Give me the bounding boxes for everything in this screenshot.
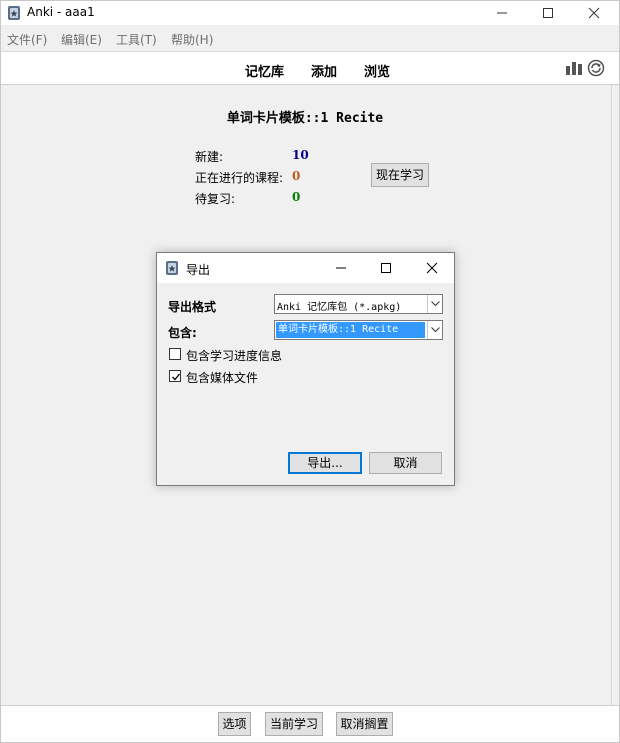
top-toolbar: 记忆库 添加 浏览 [1, 51, 619, 85]
add-link[interactable]: 添加 [311, 61, 337, 80]
menu-edit[interactable]: 编辑(E) [61, 31, 102, 48]
include-media-label: 包含媒体文件 [186, 371, 259, 385]
minimize-button[interactable] [479, 1, 525, 25]
study-now-button[interactable]: 现在学习 [371, 163, 429, 187]
maximize-icon [381, 263, 391, 273]
close-button[interactable] [571, 1, 617, 25]
export-format-value: Anki 记忆库包 (*.apkg) [277, 302, 402, 313]
dialog-close-button[interactable] [409, 253, 455, 283]
cancel-button[interactable]: 取消 [369, 452, 442, 474]
close-icon [588, 7, 600, 19]
include-media-checkbox[interactable] [169, 370, 181, 382]
checkmark-icon [172, 373, 181, 381]
menu-file[interactable]: 文件(F) [7, 31, 47, 48]
sync-icon[interactable] [587, 59, 605, 80]
export-format-label: 导出格式 [168, 300, 217, 314]
export-format-select[interactable]: Anki 记忆库包 (*.apkg) [274, 294, 443, 314]
menu-tools[interactable]: 工具(T) [116, 31, 157, 48]
maximize-button[interactable] [525, 1, 571, 25]
bottom-bar: 选项 当前学习 取消搁置 [1, 705, 619, 742]
window-title: Anki - aaa1 [27, 5, 95, 19]
anki-main-window: Anki - aaa1 文件(F) 编辑(E) 工具(T) 帮助(H) 记忆库 … [0, 0, 620, 743]
browse-link[interactable]: 浏览 [364, 61, 390, 80]
new-count-value: 10 [292, 148, 309, 162]
export-button[interactable]: 导出... [288, 452, 362, 474]
menu-bar: 文件(F) 编辑(E) 工具(T) 帮助(H) [1, 27, 619, 49]
include-scheduling-checkbox[interactable] [169, 348, 181, 360]
deck-title: 单词卡片模板::1 Recite [226, 111, 384, 126]
menu-help[interactable]: 帮助(H) [171, 31, 213, 48]
include-label: 包含: [168, 326, 197, 340]
chevron-down-icon[interactable] [427, 321, 442, 339]
learning-count-label: 正在进行的课程: [195, 171, 284, 185]
anki-dialog-icon [165, 260, 179, 279]
review-count-label: 待复习: [195, 192, 236, 206]
include-deck-select[interactable]: 单词卡片模板::1 Recite [274, 320, 443, 340]
close-icon [426, 262, 438, 274]
include-scheduling-label: 包含学习进度信息 [186, 349, 283, 363]
export-dialog: 导出 导出格式 Anki 记忆库包 (*.apkg) 包含: 单词卡片模板::1… [156, 252, 455, 486]
export-dialog-title-bar: 导出 [157, 253, 454, 283]
decks-link[interactable]: 记忆库 [245, 61, 284, 80]
learning-count-value: 0 [292, 169, 301, 183]
anki-app-icon [7, 5, 21, 21]
dialog-minimize-button[interactable] [318, 253, 364, 283]
minimize-icon [336, 267, 346, 269]
dialog-maximize-button[interactable] [363, 253, 409, 283]
export-dialog-title: 导出 [186, 263, 211, 277]
chevron-down-icon[interactable] [427, 295, 442, 313]
include-deck-value: 单词卡片模板::1 Recite [276, 322, 425, 338]
custom-study-button[interactable]: 当前学习 [265, 712, 323, 736]
options-button[interactable]: 选项 [218, 712, 251, 736]
content-divider [611, 85, 612, 705]
maximize-icon [543, 8, 553, 18]
unbury-button[interactable]: 取消搁置 [336, 712, 393, 736]
stats-icon[interactable] [565, 60, 583, 79]
title-bar: Anki - aaa1 [1, 1, 619, 25]
minimize-icon [497, 12, 507, 14]
review-count-value: 0 [292, 190, 301, 204]
new-count-label: 新建: [195, 150, 224, 164]
